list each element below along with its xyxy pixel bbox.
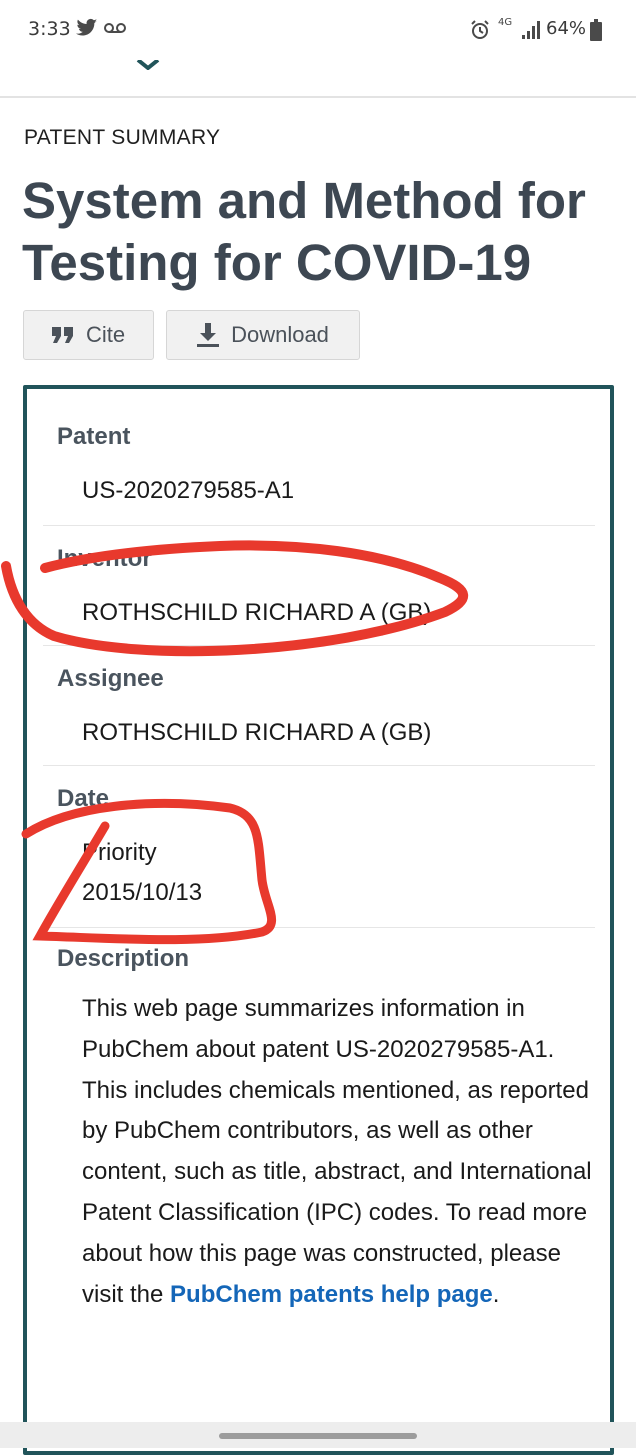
voicemail-icon <box>104 23 126 33</box>
patent-section: Patent US-2020279585-A1 <box>57 423 597 505</box>
cite-button[interactable]: Cite <box>23 310 154 360</box>
inventor-section: Inventor ROTHSCHILD RICHARD A (GB) <box>57 545 597 627</box>
assignee-section: Assignee ROTHSCHILD RICHARD A (GB) <box>57 665 597 747</box>
page-kicker: PATENT SUMMARY <box>24 126 221 149</box>
patent-value: US-2020279585-A1 <box>82 477 295 504</box>
patent-label: Patent <box>57 423 131 450</box>
divider <box>43 525 595 526</box>
date-value: 2015/10/13 <box>82 879 203 906</box>
inventor-label: Inventor <box>57 545 152 572</box>
logo-icon[interactable] <box>136 60 160 70</box>
date-label: Date <box>57 785 110 812</box>
description-body: This web page summarizes information in … <box>82 995 592 1308</box>
network-type: 4G <box>498 17 513 28</box>
battery-percent: 64% <box>546 18 587 39</box>
description-section: Description <box>57 945 597 973</box>
alarm-icon <box>471 20 489 39</box>
system-nav-bar <box>0 1422 636 1448</box>
download-button-label: Download <box>231 322 329 347</box>
download-icon <box>197 323 220 347</box>
description-end: . <box>492 1280 500 1308</box>
divider <box>43 765 595 766</box>
twitter-icon <box>76 18 98 36</box>
divider <box>43 645 595 646</box>
date-section: Date Priority 2015/10/13 <box>57 785 597 907</box>
home-gesture-handle[interactable] <box>219 1433 417 1439</box>
pubchem-help-link[interactable]: PubChem patents help page <box>170 1281 493 1308</box>
description-label: Description <box>57 945 190 972</box>
app-header <box>0 60 636 98</box>
status-bar: 3:33 4G 64% <box>0 0 636 60</box>
assignee-label: Assignee <box>57 665 164 692</box>
download-button[interactable]: Download <box>166 310 360 360</box>
description-text: This web page summarizes information in … <box>82 989 592 1315</box>
inventor-value: ROTHSCHILD RICHARD A (GB) <box>82 599 432 626</box>
clock-time: 3:33 <box>28 18 71 40</box>
patent-summary-card: Patent US-2020279585-A1 Inventor ROTHSCH… <box>23 385 614 1455</box>
page-title: System and Method for Testing for COVID-… <box>22 172 586 291</box>
assignee-value: ROTHSCHILD RICHARD A (GB) <box>82 719 432 746</box>
signal-icon <box>522 21 540 39</box>
date-type: Priority <box>82 839 157 866</box>
battery-icon <box>590 19 602 41</box>
quote-icon <box>51 327 73 343</box>
divider <box>43 927 595 928</box>
cite-button-label: Cite <box>85 322 126 347</box>
